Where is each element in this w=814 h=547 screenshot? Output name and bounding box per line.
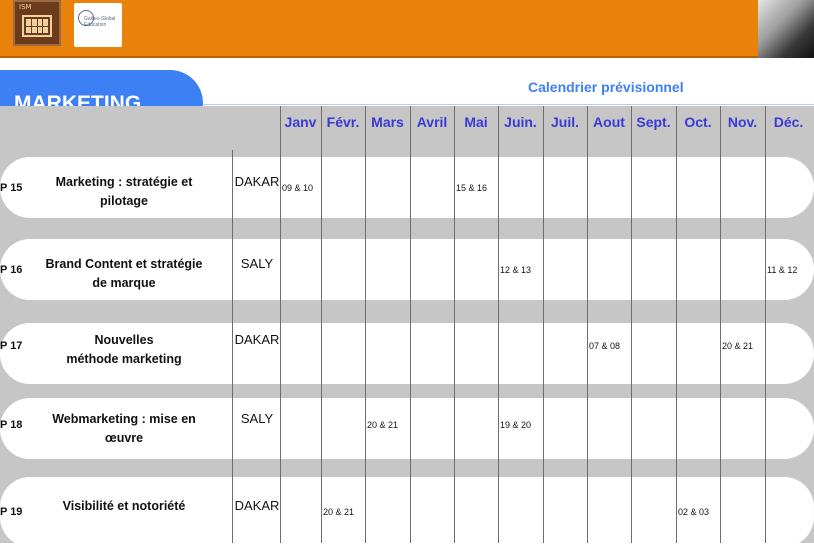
course-city: DAKAR xyxy=(234,498,280,513)
month-header: Avril xyxy=(416,114,448,130)
header-bar: ISM Galileo Global Education xyxy=(0,0,814,58)
galileo-logo-text: Galileo Global Education xyxy=(84,16,116,28)
session-date: 15 & 16 xyxy=(456,183,488,193)
month-header: Oct. xyxy=(684,114,712,130)
month-header: Juin. xyxy=(504,114,537,130)
month-header: Déc. xyxy=(773,114,804,130)
grid-line xyxy=(765,106,766,543)
grid-line xyxy=(321,106,322,543)
month-header: Nov. xyxy=(727,114,758,130)
course-title-line: Webmarketing : mise en xyxy=(52,412,196,426)
header-photo xyxy=(758,0,814,58)
session-date: 09 & 10 xyxy=(282,183,314,193)
course-title-line: pilotage xyxy=(100,194,148,208)
session-date: 11 & 12 xyxy=(767,265,798,275)
course-city: DAKAR xyxy=(234,332,280,347)
course-code: P 19 xyxy=(0,506,23,518)
session-date: 07 & 08 xyxy=(589,341,621,351)
grid-line xyxy=(365,106,366,543)
course-code: P 18 xyxy=(0,419,23,431)
page-subtitle: Calendrier prévisionnel xyxy=(528,79,684,95)
course-code: P 15 xyxy=(0,182,23,194)
ism-logo-text: ISM xyxy=(19,3,32,11)
grid-line xyxy=(280,106,281,543)
course-title: Marketing : stratégie et pilotage xyxy=(24,173,224,211)
grid-line xyxy=(454,106,455,543)
title-rule xyxy=(203,104,814,105)
month-header: Mai xyxy=(464,114,488,130)
grid-line xyxy=(720,106,721,543)
month-header: Févr. xyxy=(326,114,360,130)
course-title-line: Nouvelles xyxy=(94,333,154,347)
month-header: Aout xyxy=(593,114,625,130)
course-title-line: méthode marketing xyxy=(66,352,182,366)
course-city: DAKAR xyxy=(234,174,280,189)
grid-line xyxy=(631,106,632,543)
month-header: Juil. xyxy=(550,114,579,130)
ism-logo: ISM xyxy=(13,0,61,46)
course-city: SALY xyxy=(240,411,274,426)
course-title-line: œuvre xyxy=(104,431,144,445)
session-date: 20 & 21 xyxy=(722,341,754,351)
course-title-line: Visibilité et notoriété xyxy=(62,499,186,513)
month-header: Sept. xyxy=(636,114,671,130)
grid-line xyxy=(676,106,677,543)
course-code: P 16 xyxy=(0,264,23,276)
course-title-line: de marque xyxy=(92,276,156,290)
session-date: 19 & 20 xyxy=(500,420,532,430)
course-title: Webmarketing : mise en œuvre xyxy=(24,410,224,448)
course-title-line: Brand Content et stratégie xyxy=(45,257,203,271)
galileo-logo: Galileo Global Education xyxy=(74,3,122,47)
grid-line xyxy=(410,106,411,543)
grid-line xyxy=(232,150,233,543)
course-title: Visibilité et notoriété xyxy=(24,497,224,516)
course-code: P 17 xyxy=(0,340,23,352)
course-title-line: Marketing : stratégie et xyxy=(55,175,193,189)
grid-line xyxy=(587,106,588,543)
course-title: Nouvelles méthode marketing xyxy=(24,331,224,369)
session-date: 12 & 13 xyxy=(500,265,532,275)
course-title: Brand Content et stratégie de marque xyxy=(24,255,224,293)
month-header: Janv xyxy=(284,114,317,130)
grid-line xyxy=(498,106,499,543)
building-icon xyxy=(22,15,52,37)
session-date: 20 & 21 xyxy=(323,507,355,517)
grid-line xyxy=(543,106,544,543)
session-date: 02 & 03 xyxy=(678,507,710,517)
session-date: 20 & 21 xyxy=(367,420,399,430)
course-city: SALY xyxy=(240,256,274,271)
month-header: Mars xyxy=(371,114,404,130)
